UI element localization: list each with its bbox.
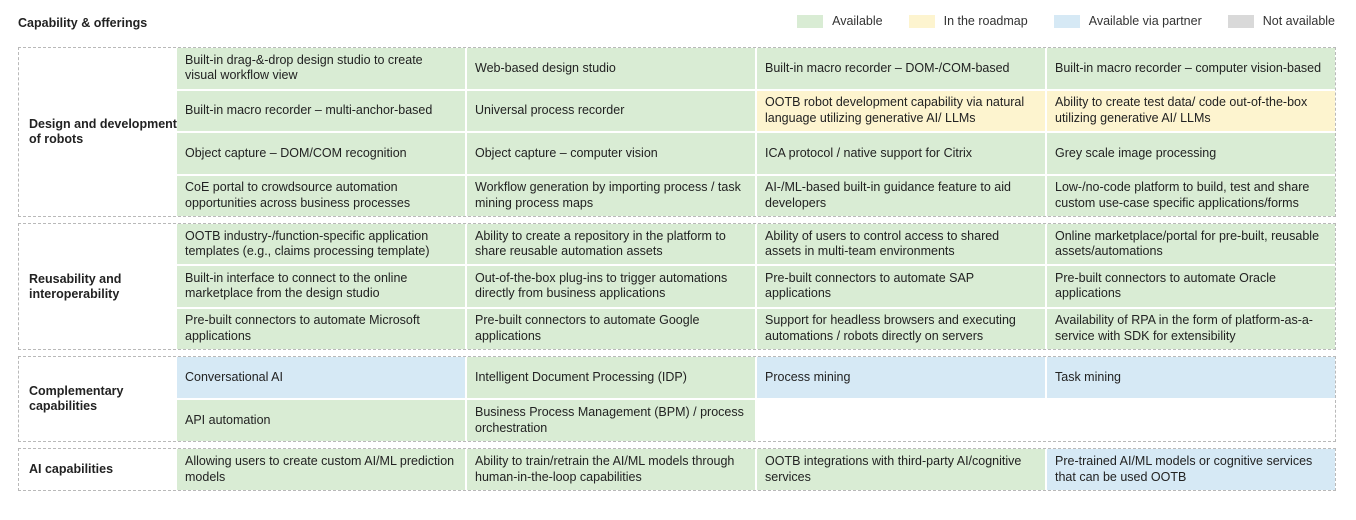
capability-cell: Ability to create a repository in the pl… (467, 224, 755, 265)
capability-cell: Availability of RPA in the form of platf… (1047, 308, 1335, 349)
legend-swatch-partner (1053, 14, 1080, 28)
capability-cell: Grey scale image processing (1047, 133, 1335, 174)
capability-grid: Built-in drag-&-drop design studio to cr… (177, 48, 1335, 216)
section-ai-capabilities: AI capabilities Allowing users to create… (18, 448, 1336, 491)
capability-cell-empty (757, 400, 1045, 441)
legend-item-roadmap: In the roadmap (908, 14, 1028, 28)
capability-cell: Ability of users to control access to sh… (757, 224, 1045, 265)
capability-cell: Pre-built connectors to automate Microso… (177, 308, 465, 349)
capability-cell: Ability to create test data/ code out-of… (1047, 90, 1335, 131)
capability-cell: Built-in macro recorder – DOM-/COM-based (757, 48, 1045, 89)
legend-label-not-available: Not available (1262, 14, 1335, 28)
capability-cell: Pre-built connectors to automate SAP app… (757, 266, 1045, 307)
section-label: Reusability and interoperability (29, 271, 122, 301)
capability-cell: Online marketplace/portal for pre-built,… (1047, 224, 1335, 265)
capability-cell: API automation (177, 400, 465, 441)
capability-cell: Business Process Management (BPM) / proc… (467, 400, 755, 441)
capability-cell: Object capture – DOM/COM recognition (177, 133, 465, 174)
section-design-development: Design and development of robots Built-i… (18, 47, 1336, 217)
page-title: Capability & offerings (18, 16, 148, 30)
capability-cell: OOTB industry-/function-specific applica… (177, 224, 465, 265)
capability-cell: Workflow generation by importing process… (467, 175, 755, 216)
capability-cell: Low-/no-code platform to build, test and… (1047, 175, 1335, 216)
capability-cell: Support for headless browsers and execut… (757, 308, 1045, 349)
capability-grid: OOTB industry-/function-specific applica… (177, 224, 1335, 349)
legend-label-available: Available (832, 14, 883, 28)
capability-cell: Built-in macro recorder – computer visio… (1047, 48, 1335, 89)
capability-cell: OOTB robot development capability via na… (757, 90, 1045, 131)
capability-grid: Allowing users to create custom AI/ML pr… (177, 449, 1335, 490)
legend-label-partner: Available via partner (1088, 14, 1202, 28)
legend-swatch-not-available (1227, 14, 1254, 28)
legend-swatch-available (797, 14, 824, 28)
legend-item-partner: Available via partner (1053, 14, 1202, 28)
capability-cell: Process mining (757, 357, 1045, 398)
capability-cell: Built-in drag-&-drop design studio to cr… (177, 48, 465, 89)
capability-cell: Built-in macro recorder – multi-anchor-b… (177, 90, 465, 131)
capability-cell: Ability to train/retrain the AI/ML model… (467, 449, 755, 490)
section-label: Complementary capabilities (29, 384, 124, 413)
capability-cell: Web-based design studio (467, 48, 755, 89)
legend-item-not-available: Not available (1227, 14, 1335, 28)
legend-label-roadmap: In the roadmap (943, 14, 1028, 28)
capability-cell: Universal process recorder (467, 90, 755, 131)
capability-cell: AI-/ML-based built-in guidance feature t… (757, 175, 1045, 216)
capability-cell: CoE portal to crowdsource automation opp… (177, 175, 465, 216)
capability-cell: Task mining (1047, 357, 1335, 398)
capability-cell: ICA protocol / native support for Citrix (757, 133, 1045, 174)
capability-cell: Pre-built connectors to automate Google … (467, 308, 755, 349)
capability-cell-empty (1047, 400, 1335, 441)
legend: Available In the roadmap Available via p… (771, 14, 1335, 28)
legend-swatch-roadmap (908, 14, 935, 28)
capability-cell: Allowing users to create custom AI/ML pr… (177, 449, 465, 490)
legend-item-available: Available (797, 14, 883, 28)
capability-cell: Object capture – computer vision (467, 133, 755, 174)
capability-cell: Pre-built connectors to automate Oracle … (1047, 266, 1335, 307)
capability-cell: Conversational AI (177, 357, 465, 398)
section-complementary-capabilities: Complementary capabilities Conversationa… (18, 356, 1336, 442)
capability-cell: Out-of-the-box plug-ins to trigger autom… (467, 266, 755, 307)
section-reusability-interoperability: Reusability and interoperability OOTB in… (18, 223, 1336, 350)
section-label: Design and development of robots (29, 117, 177, 146)
capability-grid: Conversational AI Intelligent Document P… (177, 357, 1335, 441)
capability-cell: Pre-trained AI/ML models or cognitive se… (1047, 449, 1335, 490)
capability-cell: Intelligent Document Processing (IDP) (467, 357, 755, 398)
section-label: AI capabilities (29, 462, 114, 476)
capability-cell: OOTB integrations with third-party AI/co… (757, 449, 1045, 490)
capability-cell: Built-in interface to connect to the onl… (177, 266, 465, 307)
